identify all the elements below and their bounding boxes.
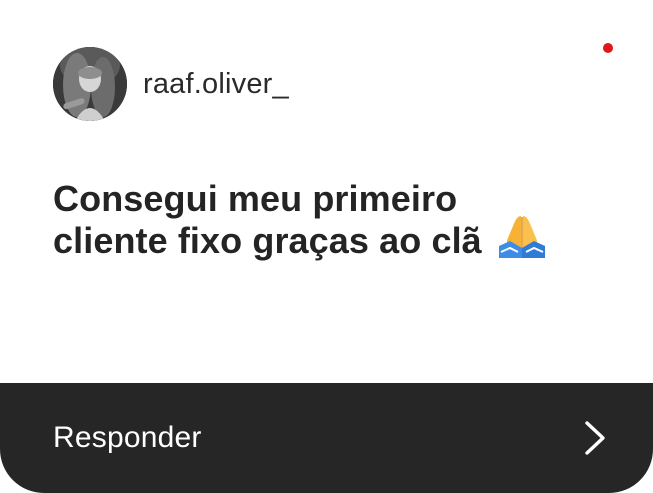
folded-hands-icon bbox=[498, 212, 546, 267]
reply-button[interactable]: Responder bbox=[0, 383, 653, 493]
message-line-2-wrapper: cliente fixo graças ao clã bbox=[53, 216, 613, 267]
reply-label: Responder bbox=[53, 421, 202, 454]
message-line-2: cliente fixo graças ao clã bbox=[53, 220, 482, 262]
chevron-right-icon bbox=[583, 420, 607, 456]
avatar[interactable] bbox=[53, 47, 127, 121]
username[interactable]: raaf.oliver_ bbox=[143, 68, 289, 101]
unread-indicator-dot bbox=[603, 43, 613, 53]
message-card: raaf.oliver_ Consegui meu primeiro clien… bbox=[0, 0, 653, 493]
message-header: raaf.oliver_ bbox=[53, 47, 289, 121]
avatar-image bbox=[53, 47, 127, 121]
message-text: Consegui meu primeiro cliente fixo graça… bbox=[53, 178, 613, 267]
